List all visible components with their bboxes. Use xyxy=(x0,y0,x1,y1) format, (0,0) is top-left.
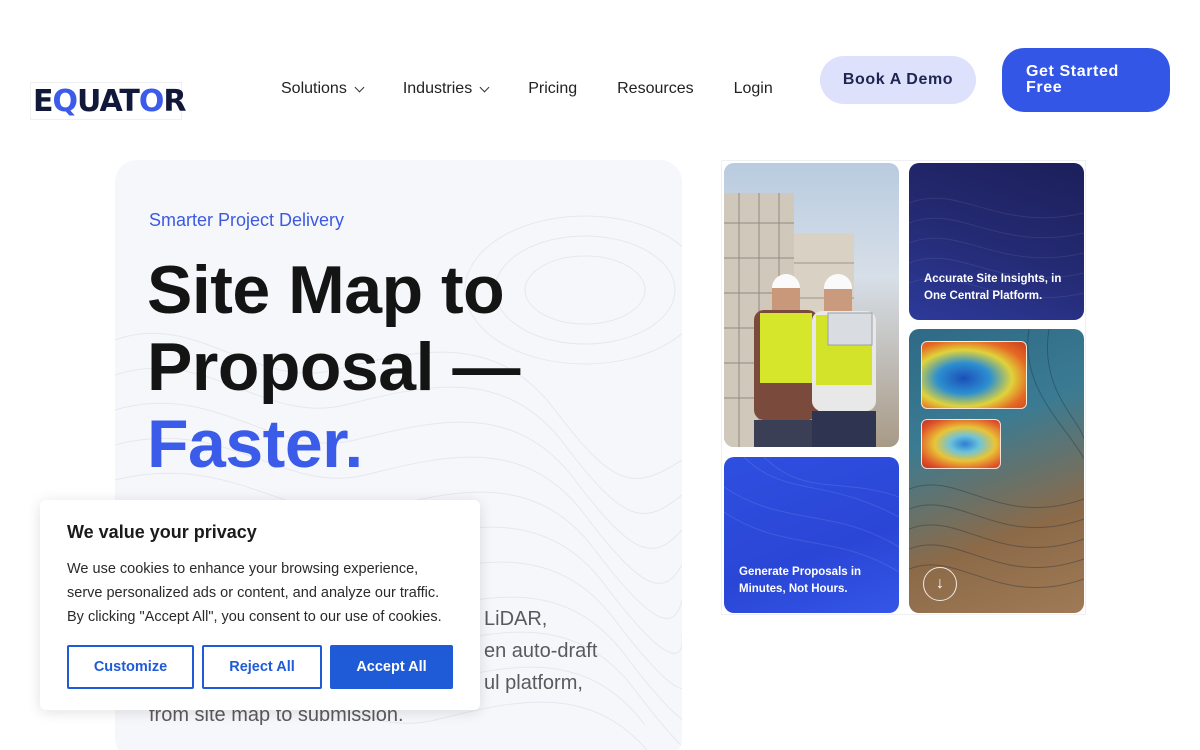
cookie-consent-banner: We value your privacy We use cookies to … xyxy=(40,500,480,710)
headline-accent: Faster. xyxy=(147,406,363,482)
insights-caption: Accurate Site Insights, in One Central P… xyxy=(924,273,1062,302)
heatmap-overlay-large xyxy=(921,341,1027,409)
nav-item-pricing[interactable]: Pricing xyxy=(528,80,577,98)
headline-line-2: Proposal — xyxy=(147,329,520,405)
site-insights-tile: Accurate Site Insights, in One Central P… xyxy=(909,163,1084,320)
accept-all-button[interactable]: Accept All xyxy=(330,645,453,689)
nav-item-login[interactable]: Login xyxy=(734,80,773,98)
main-nav: Solutions Industries Pricing Resources L… xyxy=(281,78,813,100)
headline-line-1: Site Map to xyxy=(147,252,505,328)
get-started-button[interactable]: Get Started Free xyxy=(1002,48,1170,112)
nav-item-label: Solutions xyxy=(281,80,347,97)
cookie-description: We use cookies to enhance your browsing … xyxy=(67,561,442,625)
image-gallery: Accurate Site Insights, in One Central P… xyxy=(721,160,1086,615)
nav-item-label: Login xyxy=(733,80,773,97)
terrain-map-tile: ↓ xyxy=(909,329,1084,613)
chevron-down-icon xyxy=(479,82,490,92)
proposals-caption: Generate Proposals in Minutes, Not Hours… xyxy=(739,566,862,595)
logo-letter-r: R xyxy=(163,83,186,119)
logo-letter-q: Q xyxy=(52,83,78,119)
logo-letter-o: O xyxy=(138,83,164,119)
logo-text: EQUATOR xyxy=(33,83,186,119)
nav-item-resources[interactable]: Resources xyxy=(617,80,693,98)
construction-scene xyxy=(724,193,876,447)
page: EQUATOR Solutions Industries Pricing Res… xyxy=(0,0,1200,750)
customize-button[interactable]: Customize xyxy=(67,645,194,689)
nav-item-label: Industries xyxy=(402,80,473,97)
logo[interactable]: EQUATOR xyxy=(30,82,186,120)
arrow-down-icon[interactable]: ↓ xyxy=(923,567,957,601)
chevron-down-icon xyxy=(354,82,365,92)
logo-letter-e: E xyxy=(33,83,53,119)
hero-headline: Site Map to Proposal — Faster. xyxy=(147,252,520,483)
nav-item-solutions[interactable]: Solutions xyxy=(281,80,365,98)
nav-item-industries[interactable]: Industries xyxy=(402,80,490,98)
reject-all-button[interactable]: Reject All xyxy=(202,645,322,689)
construction-workers-photo xyxy=(724,163,899,447)
nav-item-label: Resources xyxy=(617,80,694,97)
cookie-title: We value your privacy xyxy=(67,522,257,542)
heatmap-overlay-small xyxy=(921,419,1001,469)
proposals-tile: Generate Proposals in Minutes, Not Hours… xyxy=(724,457,899,613)
logo-letters-uat: UAT xyxy=(77,83,140,119)
nav-item-label: Pricing xyxy=(528,80,578,97)
book-demo-button[interactable]: Book A Demo xyxy=(820,56,976,104)
hero-eyebrow: Smarter Project Delivery xyxy=(149,210,345,230)
